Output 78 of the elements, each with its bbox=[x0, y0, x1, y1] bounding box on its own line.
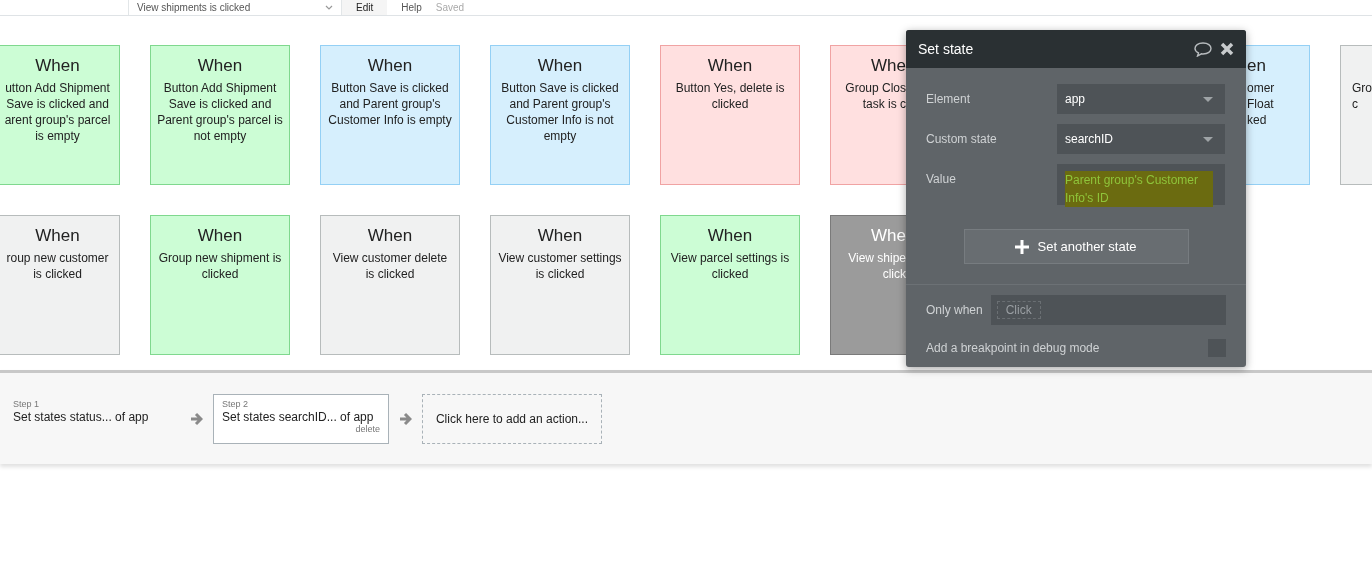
workflow-step[interactable]: Step 1 Set states status... of app bbox=[4, 393, 180, 444]
set-another-state-button[interactable]: Set another state bbox=[963, 229, 1189, 264]
placeholder-chip: Click bbox=[996, 301, 1041, 319]
dropdown-value: app bbox=[1065, 92, 1086, 106]
step-label: Step 1 bbox=[13, 398, 41, 409]
event-description: View customer delete is clicked bbox=[331, 250, 449, 282]
dropdown[interactable]: app bbox=[1057, 84, 1225, 114]
arrow-icon bbox=[190, 411, 203, 426]
event-title: Whe bbox=[871, 56, 906, 76]
menu-item[interactable]: Edit bbox=[342, 0, 388, 15]
event-title: When bbox=[367, 226, 413, 246]
event-title: When bbox=[197, 56, 243, 76]
workflow-step[interactable]: Step 2 Set states searchID... of app delete bbox=[213, 393, 389, 444]
caret-icon bbox=[325, 4, 333, 11]
event-title: When bbox=[367, 56, 413, 76]
field-label: Element bbox=[926, 91, 972, 108]
event-card[interactable]: When Button Save is clicked and Parent group's Customer Info is not empty bbox=[490, 45, 630, 185]
event-description: Button Save is clicked and Parent group's Customer Info is not empty bbox=[500, 80, 620, 144]
event-description: Button Yes, delete is clicked bbox=[674, 80, 786, 112]
event-title: When bbox=[35, 226, 80, 246]
field-label: Value bbox=[926, 171, 957, 188]
event-card[interactable]: Whe Group Clos task is c bbox=[830, 45, 906, 185]
event-title: When bbox=[537, 226, 583, 246]
plus-icon bbox=[1015, 239, 1030, 254]
event-title: When bbox=[707, 226, 753, 246]
event-description: click bbox=[881, 266, 906, 282]
event-card[interactable]: When Button Add Shipment Save is clicked and Parent group's parcel is not empty bbox=[150, 45, 290, 185]
field-label: Custom state bbox=[926, 131, 998, 148]
event-card[interactable]: When View customer settings is clicked bbox=[490, 215, 630, 355]
event-description: utton Add Shipment bbox=[4, 80, 111, 96]
event-description: is empty bbox=[34, 128, 81, 144]
caret-icon bbox=[1203, 136, 1213, 142]
event-card[interactable]: When Button Save is clicked and Parent group's Customer Info is empty bbox=[320, 45, 460, 185]
field-label: Only when bbox=[926, 303, 983, 317]
event-card[interactable]: Gro c bbox=[1340, 45, 1372, 185]
add-action-button[interactable]: Click here to add an action... bbox=[422, 393, 602, 444]
save-status: Saved bbox=[435, 1, 465, 15]
event-description: View parcel settings is clicked bbox=[669, 250, 791, 282]
expression-value: Parent group's Customer Info's ID bbox=[1065, 171, 1213, 207]
event-card[interactable]: When Button Yes, delete is clicked bbox=[660, 45, 800, 185]
event-title: When bbox=[537, 56, 583, 76]
checkbox-label: Add a breakpoint in debug mode bbox=[926, 341, 1100, 355]
event-description: c bbox=[1352, 96, 1359, 112]
event-title: When bbox=[197, 226, 243, 246]
event-title: When bbox=[35, 56, 80, 76]
event-description: arent group's parcel bbox=[4, 112, 111, 128]
event-card[interactable]: When View customer delete is clicked bbox=[320, 215, 460, 355]
event-description: Group Clos bbox=[845, 80, 906, 96]
event-description: View customer settings is clicked bbox=[497, 250, 623, 282]
event-description: Gro bbox=[1352, 80, 1372, 96]
event-description: Group new shipment is clicked bbox=[157, 250, 283, 282]
close-icon[interactable] bbox=[1220, 42, 1234, 56]
event-description: is clicked bbox=[32, 266, 83, 282]
event-description: View shipe bbox=[848, 250, 906, 266]
event-description: Button Add Shipment Save is clicked and Parent group's parcel is not empty bbox=[157, 80, 283, 144]
menu-item[interactable]: Help bbox=[387, 0, 436, 15]
event-description: ked bbox=[1247, 112, 1268, 128]
event-description: task is c bbox=[861, 96, 906, 112]
event-title: When bbox=[707, 56, 753, 76]
event-card[interactable]: When roup new customer is clicked bbox=[0, 215, 120, 355]
event-description: Button Save is clicked and Parent group's Customer Info is empty bbox=[327, 80, 453, 128]
delete-link[interactable]: delete bbox=[355, 423, 380, 434]
step-action: Set states status... of app bbox=[13, 409, 150, 424]
event-card[interactable]: When utton Add Shipment Save is clicked and arent group's parcel is empty bbox=[0, 45, 120, 185]
event-title: en bbox=[1247, 56, 1266, 76]
arrow-icon bbox=[399, 411, 412, 426]
dropdown[interactable]: searchID bbox=[1057, 124, 1225, 154]
dropdown-value: searchID bbox=[1065, 132, 1114, 146]
event-title: Whe bbox=[871, 226, 906, 246]
step-label: Step 2 bbox=[222, 398, 250, 409]
event-description: Save is clicked and bbox=[5, 96, 110, 112]
event-description: roup new customer bbox=[6, 250, 109, 266]
event-card[interactable]: When Group new shipment is clicked bbox=[150, 215, 290, 355]
event-card[interactable]: When View parcel settings is clicked bbox=[660, 215, 800, 355]
caret-icon bbox=[1203, 96, 1213, 102]
step-action: Set states searchID... of app bbox=[222, 409, 375, 424]
comment-icon[interactable] bbox=[1194, 41, 1212, 57]
popup-title: Set state bbox=[918, 41, 975, 57]
